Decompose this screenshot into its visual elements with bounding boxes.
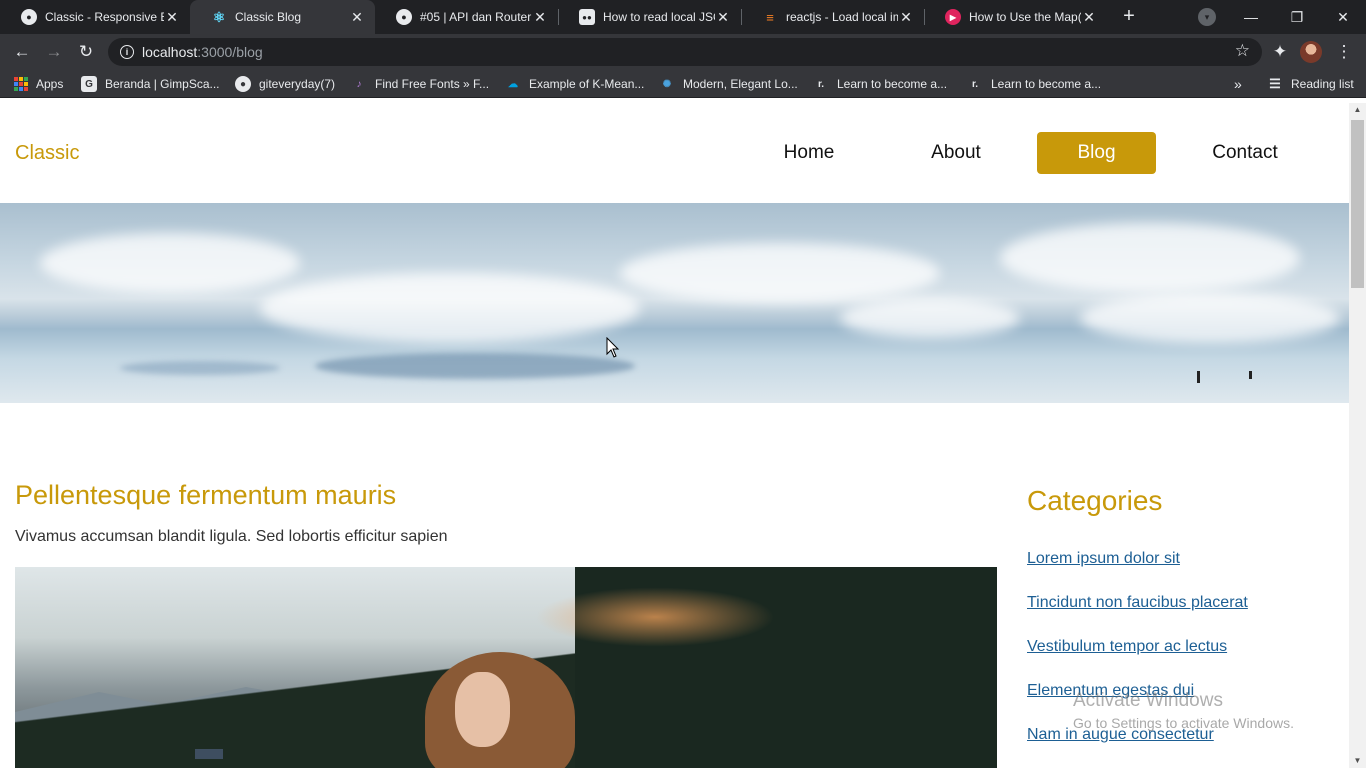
play-icon: ▶: [945, 9, 961, 25]
bookmark-label: Modern, Elegant Lo...: [683, 77, 798, 91]
category-link[interactable]: Lorem ipsum dolor sit: [1027, 550, 1180, 568]
reload-icon[interactable]: ↻: [74, 40, 98, 64]
bookmark-label: Example of K-Mean...: [529, 77, 645, 91]
new-tab-button[interactable]: +: [1118, 5, 1140, 27]
bookmark-label: Learn to become a...: [837, 77, 948, 91]
avatar[interactable]: [1300, 41, 1322, 63]
url-path: :3000/blog: [197, 44, 263, 60]
window-close-icon[interactable]: ✕: [1320, 0, 1366, 34]
more-bookmarks-chevron-icon[interactable]: »: [1234, 70, 1242, 98]
close-tab-icon[interactable]: ✕: [1081, 9, 1097, 25]
reading-list-label: Reading list: [1291, 77, 1354, 91]
reading-list-icon: ☰: [1269, 76, 1281, 91]
salesforce-cloud-icon: ☁: [508, 78, 518, 90]
nav-blog[interactable]: Blog: [1037, 132, 1156, 174]
minimize-icon[interactable]: —: [1228, 0, 1274, 34]
react-icon: ⚛: [212, 8, 226, 25]
tab-read-local-json[interactable]: ●● How to read local JSO ✕: [558, 0, 741, 34]
gear-logo-icon: ✺: [662, 78, 672, 90]
scrollbar-thumb[interactable]: [1351, 120, 1364, 288]
roadmap-icon: r.: [971, 78, 979, 90]
bookmark-label: Find Free Fonts » F...: [375, 77, 490, 91]
globe-icon: ●: [21, 9, 37, 25]
address-bar[interactable]: i localhost:3000/blog ☆: [108, 38, 1262, 66]
kebab-menu-icon[interactable]: ⋮: [1332, 40, 1356, 64]
puzzle-icon[interactable]: ✦: [1268, 40, 1292, 64]
close-tab-icon[interactable]: ✕: [349, 9, 365, 25]
bookmark-label: Apps: [36, 77, 64, 91]
globe-icon: ●: [235, 76, 251, 92]
scroll-up-arrow-icon[interactable]: ▲: [1349, 103, 1366, 117]
bookmark-label: giteveryday(7): [259, 77, 336, 91]
stackoverflow-icon: ≡: [766, 9, 774, 25]
reading-list-button[interactable]: ☰ Reading list: [1267, 70, 1354, 98]
restore-icon[interactable]: ❐: [1274, 0, 1320, 34]
close-tab-icon[interactable]: ✕: [715, 9, 731, 25]
tab-title: Classic Blog: [235, 10, 302, 24]
tab-api-router[interactable]: ● #05 | API dan Router d ✕: [375, 0, 558, 34]
roadmap-icon: r.: [817, 78, 825, 90]
bookmark-gimpscape[interactable]: G Beranda | GimpSca...: [81, 70, 220, 98]
tab-map-function[interactable]: ▶ How to Use the Map() ✕: [924, 0, 1107, 34]
tab-classic-responsive[interactable]: ● Classic - Responsive B ✕: [0, 0, 190, 34]
tab-title: Classic - Responsive B: [45, 10, 164, 24]
activate-windows-title: Activate Windows: [1073, 690, 1223, 711]
close-tab-icon[interactable]: ✕: [164, 9, 180, 25]
tab-reactjs-load-image[interactable]: ≡ reactjs - Load local im ✕: [741, 0, 924, 34]
bookmark-learn-1[interactable]: r. Learn to become a...: [813, 70, 947, 98]
back-arrow-icon[interactable]: ←: [10, 40, 34, 64]
scroll-down-arrow-icon[interactable]: ▼: [1349, 754, 1366, 768]
bookmark-label: Beranda | GimpSca...: [105, 77, 220, 91]
post-image: [15, 567, 997, 768]
gimpscape-icon: G: [81, 76, 97, 92]
tab-title: How to read local JSO: [603, 10, 715, 24]
bookmark-learn-2[interactable]: r. Learn to become a...: [967, 70, 1101, 98]
tab-title: #05 | API dan Router d: [420, 10, 532, 24]
tab-title: How to Use the Map(): [969, 10, 1081, 24]
web-page: Classic Home About Blog Contact Pellente…: [0, 103, 1349, 768]
bookmarks-bar: Apps G Beranda | GimpSca... ● giteveryda…: [0, 70, 1366, 98]
apps-grid-icon: [14, 77, 28, 91]
tab-classic-blog[interactable]: ⚛ Classic Blog ✕: [190, 0, 375, 34]
bookmark-giteveryday[interactable]: ● giteveryday(7): [235, 70, 335, 98]
browser-toolbar: ← → ↻ i localhost:3000/blog ☆ ✦ ⋮: [0, 34, 1366, 70]
close-tab-icon[interactable]: ✕: [898, 9, 914, 25]
tab-search-icon[interactable]: ▾: [1198, 8, 1216, 26]
bookmark-modern-elegant[interactable]: ✺ Modern, Elegant Lo...: [659, 70, 798, 98]
bookmark-free-fonts[interactable]: ♪ Find Free Fonts » F...: [351, 70, 490, 98]
fontspace-icon: ♪: [356, 78, 362, 90]
nav-home[interactable]: Home: [764, 132, 854, 174]
forward-arrow-icon[interactable]: →: [42, 40, 66, 64]
categories-heading: Categories: [1027, 485, 1163, 516]
bookmark-apps[interactable]: Apps: [14, 70, 63, 98]
bookmark-k-means[interactable]: ☁ Example of K-Mean...: [505, 70, 644, 98]
page-scrollbar[interactable]: ▲ ▼: [1349, 103, 1366, 768]
url-host: localhost: [142, 44, 198, 60]
nav-contact[interactable]: Contact: [1195, 132, 1295, 174]
bookmark-star-icon[interactable]: ☆: [1235, 41, 1250, 61]
close-tab-icon[interactable]: ✕: [532, 9, 548, 25]
tab-title: reactjs - Load local im: [786, 10, 898, 24]
post-title[interactable]: Pellentesque fermentum mauris: [15, 480, 396, 511]
site-logo[interactable]: Classic: [15, 142, 79, 165]
tab-strip: ● Classic - Responsive B ✕ ⚛ Classic Blo…: [0, 0, 1366, 34]
nav-about[interactable]: About: [910, 132, 1002, 174]
bookmark-label: Learn to become a...: [991, 77, 1102, 91]
globe-icon: ●: [396, 9, 412, 25]
post-subtitle: Vivamus accumsan blandit ligula. Sed lob…: [15, 528, 448, 545]
category-link[interactable]: Tincidunt non faucibus placerat: [1027, 594, 1248, 612]
mouse-cursor-icon: [606, 337, 620, 358]
site-info-icon[interactable]: i: [120, 45, 134, 59]
hero-banner-image: [0, 203, 1349, 403]
activate-windows-subtitle: Go to Settings to activate Windows.: [1073, 715, 1294, 731]
category-link[interactable]: Vestibulum tempor ac lectus: [1027, 638, 1227, 656]
medium-icon: ●●: [579, 9, 595, 25]
